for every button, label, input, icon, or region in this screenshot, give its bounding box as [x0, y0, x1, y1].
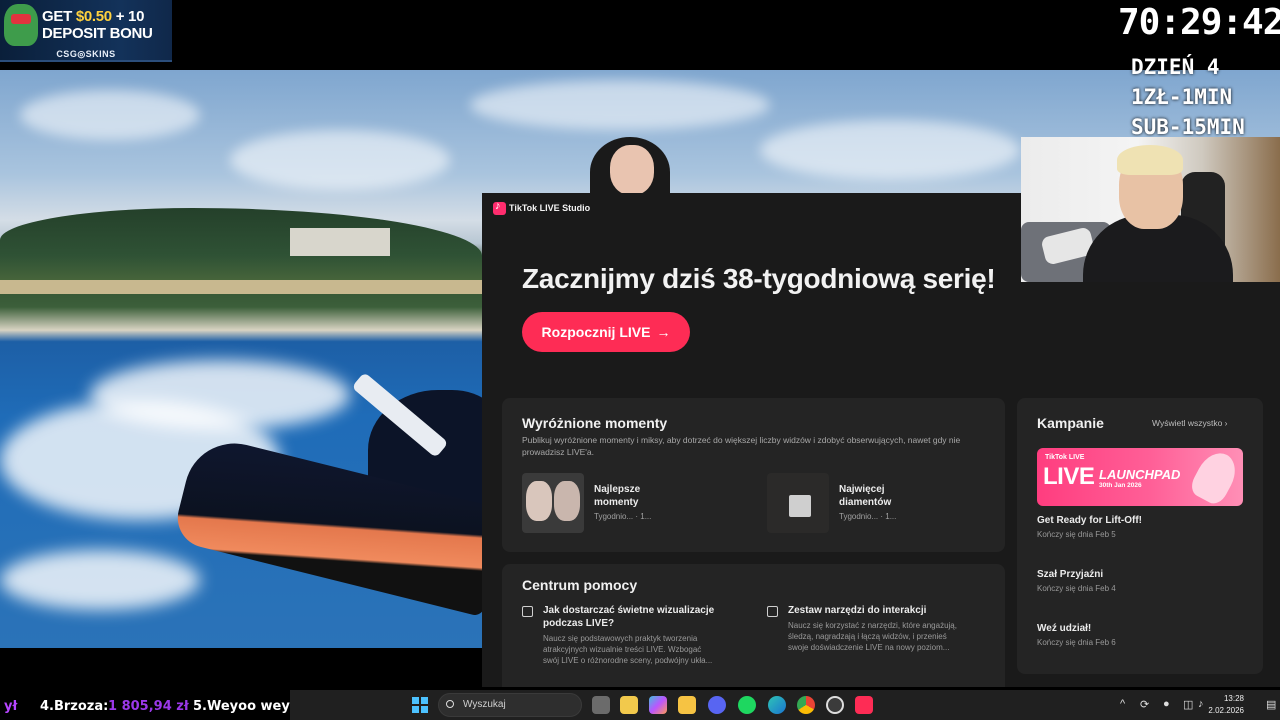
- streamer-hair: [1117, 145, 1183, 175]
- campaign-item-title[interactable]: Szał Przyjaźni: [1037, 569, 1103, 580]
- cloud: [760, 120, 1020, 180]
- shore-building: [290, 228, 390, 256]
- microphone-icon[interactable]: ●: [1163, 698, 1170, 710]
- campaign-item-end: Kończy się dnia Feb 5: [1037, 530, 1116, 539]
- banner-date: 30th Jan 2026: [1099, 482, 1142, 489]
- start-live-button[interactable]: Rozpocznij LIVE →: [522, 312, 690, 352]
- tiktok-logo-icon: [493, 200, 506, 215]
- moment-label: Najwięcej diamentów: [839, 484, 892, 508]
- water-wake: [0, 550, 200, 610]
- edge-icon[interactable]: [768, 696, 786, 714]
- arrow-right-icon: →: [656, 324, 671, 340]
- taskbar-search[interactable]: Wyszukaj: [438, 693, 582, 717]
- moment-meta: Tygodnio... · 1...: [839, 512, 897, 521]
- moment-label: Najlepsze momenty: [594, 484, 641, 508]
- rocket-icon: [1187, 448, 1243, 506]
- ticker-fragment: ył: [4, 699, 18, 714]
- cloud: [230, 130, 450, 190]
- ad-brand: CSG◎SKINS: [56, 49, 116, 59]
- windows-start-icon[interactable]: [412, 697, 428, 713]
- moment-item-diamonds[interactable]: Najwięcej diamentów Tygodnio... · 1...: [767, 473, 967, 533]
- shore-beach: [0, 280, 482, 294]
- highlights-card: Wyróżnione momenty Publikuj wyróżnione m…: [502, 398, 1005, 552]
- search-icon: [446, 700, 454, 708]
- banner-small-label: TikTok LIVE: [1045, 454, 1085, 461]
- shoreline-trees: [0, 208, 482, 288]
- moment-thumbnail: [767, 473, 829, 533]
- lower-black-band: [0, 648, 482, 688]
- store-icon[interactable]: [620, 696, 638, 714]
- stream-rules: DZIEŃ 4 1ZŁ-1MIN SUB-15MIN: [1131, 52, 1245, 142]
- campaigns-card: Kampanie Wyświetl wszystko › TikTok LIVE…: [1017, 398, 1263, 674]
- chrome-icon[interactable]: [797, 696, 815, 714]
- clock-date: 2.02.2026: [1208, 706, 1244, 715]
- streak-headline: Zacznijmy dziś 38-tygodniową serię!: [522, 263, 996, 294]
- water-wake: [90, 360, 350, 430]
- campaign-item-end: Kończy się dnia Feb 4: [1037, 584, 1116, 593]
- help-item-desc: Naucz się podstawowych praktyk tworzenia…: [543, 634, 713, 665]
- view-all-link[interactable]: Wyświetl wszystko ›: [1152, 418, 1228, 428]
- discord-icon[interactable]: [708, 696, 726, 714]
- moment-thumbnail: [522, 473, 584, 533]
- moment-meta: Tygodnio... · 1...: [594, 512, 652, 521]
- chevron-right-icon: ›: [1224, 418, 1228, 428]
- help-item-desc: Naucz się korzystać z narzędzi, które an…: [788, 621, 957, 652]
- network-icon[interactable]: ⟳: [1140, 698, 1149, 711]
- highlights-description: Publikuj wyróżnione momenty i miksy, aby…: [522, 435, 961, 457]
- stream-rule-day: DZIEŃ 4: [1131, 55, 1220, 79]
- notifications-icon[interactable]: ▤: [1266, 698, 1276, 711]
- campaign-item-end: Kończy się dnia Feb 6: [1037, 638, 1116, 647]
- windows-taskbar: Wyszukaj ^ ⟳ ● ◫ ♪ 13:28 2.02.2026 ▤: [290, 690, 1280, 720]
- folder-icon[interactable]: [678, 696, 696, 714]
- top-bar: [0, 0, 1280, 70]
- campaigns-title: Kampanie: [1037, 415, 1104, 431]
- clock-time: 13:28: [1223, 694, 1244, 703]
- copilot-icon[interactable]: [649, 696, 667, 714]
- moment-item-best[interactable]: Najlepsze momenty Tygodnio... · 1...: [522, 473, 722, 533]
- subathon-timer: 70:29:42: [1118, 2, 1280, 43]
- cloud: [470, 80, 770, 130]
- cloud: [20, 90, 200, 140]
- banner-live-label: LIVE: [1043, 463, 1095, 490]
- calendar-icon: [522, 606, 533, 617]
- ticker-amount: 1 805,94 zł: [108, 699, 189, 714]
- help-center-title: Centrum pomocy: [522, 577, 638, 593]
- donation-ticker: ył 4.Brzoza: 1 805,94 zł 5.Weyoo wey: [0, 690, 290, 720]
- launchpad-banner[interactable]: TikTok LIVE LIVE LAUNCHPAD 30th Jan 2026: [1037, 448, 1243, 506]
- help-item-title: Zestaw narzędzi do interakcji: [788, 605, 927, 616]
- help-item-title: Jak dostarczać świetne wizualizacje podc…: [543, 605, 715, 629]
- task-view-icon[interactable]: [592, 696, 610, 714]
- banner-launchpad-label: LAUNCHPAD: [1099, 467, 1181, 482]
- rider-face: [610, 145, 654, 195]
- tiktok-app-icon[interactable]: [855, 696, 873, 714]
- start-live-label: Rozpocznij LIVE: [541, 324, 651, 340]
- campaign-item-title[interactable]: Weź udział!: [1037, 623, 1091, 634]
- window-title: TikTok LIVE Studio: [509, 203, 591, 213]
- ticker-name: 4.Brzoza:: [40, 699, 109, 714]
- spotify-icon[interactable]: [738, 696, 756, 714]
- webcam-overlay: [1021, 137, 1280, 282]
- sponsor-banner[interactable]: GET $0.50 + 10 DEPOSIT BONU CSG◎SKINS: [0, 0, 172, 62]
- ad-headline: GET $0.50 + 10 DEPOSIT BONU: [42, 8, 153, 42]
- campaign-item-title[interactable]: Get Ready for Lift-Off!: [1037, 515, 1142, 526]
- ticker-name: 5.Weyoo wey: [193, 699, 290, 714]
- mascot-icon: [4, 4, 38, 46]
- help-center-card: Centrum pomocy Jak dostarczać świetne wi…: [502, 564, 1005, 687]
- obs-icon[interactable]: [826, 696, 844, 714]
- taskbar-clock[interactable]: 13:28 2.02.2026: [1186, 693, 1244, 717]
- highlights-title: Wyróżnione momenty: [522, 415, 668, 431]
- toolkit-icon: [767, 606, 778, 617]
- stream-rule-donation: 1ZŁ-1MIN: [1131, 85, 1233, 109]
- chevron-up-icon[interactable]: ^: [1120, 698, 1125, 710]
